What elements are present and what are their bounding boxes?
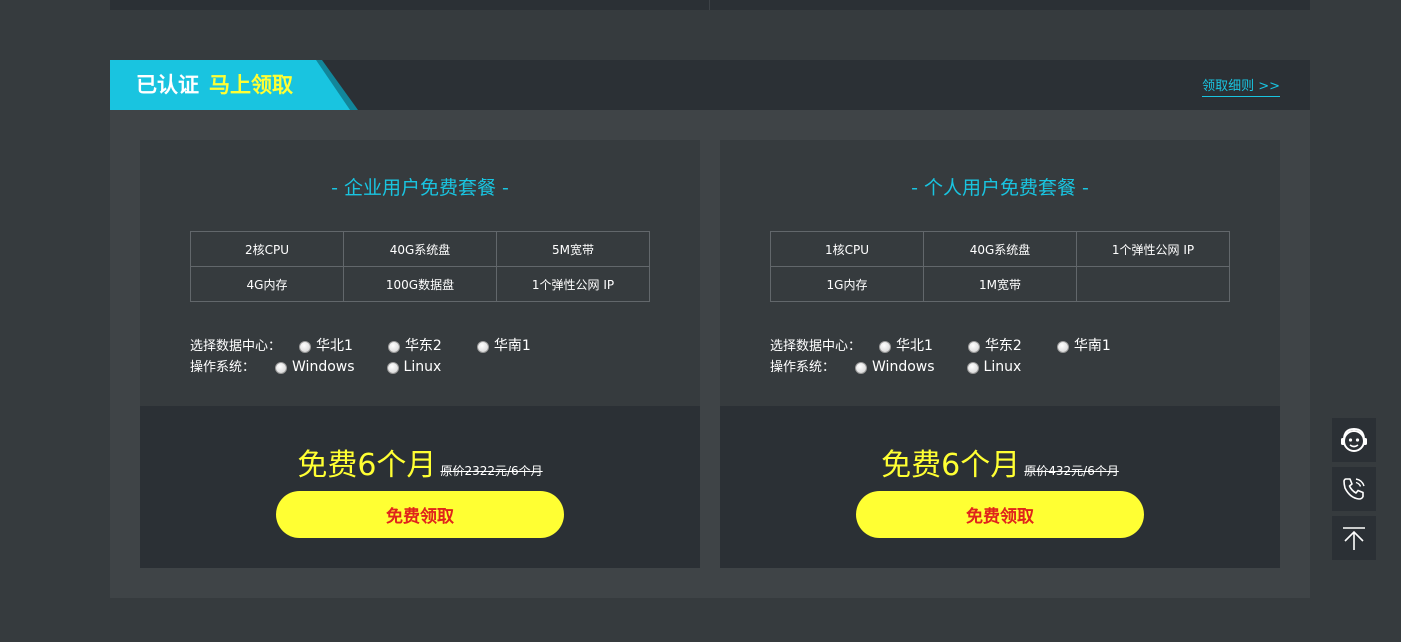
header-title-claim: 马上领取 [209,73,293,97]
spec-table: 1核CPU 40G系统盘 1个弹性公网 IP 1G内存 1M宽带 [770,231,1230,302]
spec-cell: 2核CPU [190,231,344,267]
os-row: 操作系统： Windows Linux [190,357,531,378]
radio-circle[interactable] [476,340,489,353]
customer-service-button[interactable] [1332,418,1376,462]
price-line: 免费6个月 原价2322元/6个月 [140,440,700,484]
spec-cell: 5M宽带 [496,231,650,267]
radio-label: Windows [292,359,355,375]
radio-label: 华东2 [984,338,1022,354]
datacenter-row: 选择数据中心： 华北1 华东2 华南1 [190,336,531,357]
header-title-verified: 已认证 [136,73,199,97]
previous-section-bottom [110,0,1310,10]
datacenter-label: 选择数据中心： [770,339,862,354]
section-header: 已认证 马上领取 领取细则 >> [110,60,1310,110]
spec-cell: 40G系统盘 [343,231,497,267]
phone-button[interactable] [1332,467,1376,511]
os-radio-linux[interactable]: Linux [386,357,442,378]
datacenter-row: 选择数据中心： 华北1 华东2 华南1 [770,336,1111,357]
os-radio-linux[interactable]: Linux [966,357,1022,378]
spec-cell: 1M宽带 [923,266,1077,302]
spec-row: 1核CPU 40G系统盘 1个弹性公网 IP [770,231,1230,267]
customer-service-icon [1341,427,1367,452]
datacenter-radio-huanan1[interactable]: 华南1 [1056,336,1111,357]
radio-circle[interactable] [275,361,288,374]
spec-row: 4G内存 100G数据盘 1个弹性公网 IP [190,266,650,302]
claim-button[interactable]: 免费领取 [276,491,564,538]
header-badge: 已认证 马上领取 [110,60,358,110]
radio-label: 华北1 [896,338,933,354]
original-price: 原价2322元/6个月 [440,464,543,478]
radio-label: Linux [983,359,1022,375]
back-to-top-icon [1343,527,1365,550]
spec-row: 2核CPU 40G系统盘 5M宽带 [190,231,650,267]
os-radio-windows[interactable]: Windows [275,357,355,378]
radio-label: Linux [403,359,442,375]
spec-cell: 4G内存 [190,266,344,302]
spec-row: 1G内存 1M宽带 [770,266,1230,302]
datacenter-radio-huadong2[interactable]: 华东2 [387,336,442,357]
spec-cell: 1个弹性公网 IP [1076,231,1230,267]
datacenter-radio-huabei1[interactable]: 华北1 [879,336,933,357]
datacenter-radio-huadong2[interactable]: 华东2 [967,336,1022,357]
radio-circle[interactable] [1056,340,1069,353]
radio-label: 华东2 [404,338,442,354]
card-title: - 企业用户免费套餐 - [331,177,509,199]
spec-cell: 100G数据盘 [343,266,497,302]
claim-button[interactable]: 免费领取 [856,491,1144,538]
rules-link[interactable]: 领取细则 >> [1202,75,1280,97]
radio-circle[interactable] [966,361,979,374]
spec-cell: 40G系统盘 [923,231,1077,267]
radio-circle[interactable] [879,340,892,353]
card-title: - 个人用户免费套餐 - [911,177,1089,199]
radio-circle[interactable] [299,340,312,353]
radio-circle[interactable] [386,361,399,374]
free-offer-section: 已认证 马上领取 领取细则 >> - 企业用户免费套餐 - 2核CPU 40G系统… [110,60,1310,598]
radio-circle[interactable] [387,340,400,353]
original-price: 原价432元/6个月 [1024,464,1119,478]
radio-label: 华北1 [316,338,353,354]
radio-label: 华南1 [493,338,531,354]
datacenter-radio-huanan1[interactable]: 华南1 [476,336,531,357]
datacenter-label: 选择数据中心： [190,339,282,354]
spec-table: 2核CPU 40G系统盘 5M宽带 4G内存 100G数据盘 1个弹性公网 IP [190,231,650,302]
radio-circle[interactable] [855,361,868,374]
radio-circle[interactable] [967,340,980,353]
os-label: 操作系统： [190,360,256,375]
personal-plan-card: - 个人用户免费套餐 - 1核CPU 40G系统盘 1个弹性公网 IP 1G内存… [720,140,1280,568]
price-area: 免费6个月 原价2322元/6个月 免费领取 [140,406,700,568]
spec-cell [1076,266,1230,302]
os-label: 操作系统： [770,360,836,375]
datacenter-radio-huabei1[interactable]: 华北1 [299,336,353,357]
price-line: 免费6个月 原价432元/6个月 [720,440,1280,484]
header-title: 已认证 马上领取 [136,60,293,110]
os-radio-windows[interactable]: Windows [855,357,935,378]
enterprise-plan-card: - 企业用户免费套餐 - 2核CPU 40G系统盘 5M宽带 4G内存 100G… [140,140,700,568]
radio-label: 华南1 [1073,338,1111,354]
spec-cell: 1个弹性公网 IP [496,266,650,302]
previous-section-divider [709,0,710,10]
price-free-period: 免费6个月 [881,448,1021,483]
radio-label: Windows [872,359,935,375]
spec-cell: 1核CPU [770,231,924,267]
back-to-top-button[interactable] [1332,516,1376,560]
spec-cell: 1G内存 [770,266,924,302]
price-area: 免费6个月 原价432元/6个月 免费领取 [720,406,1280,568]
plan-options: 选择数据中心： 华北1 华东2 华南1 操作系统： Windows Linux [190,336,531,378]
os-row: 操作系统： Windows Linux [770,357,1111,378]
phone-icon [1343,478,1365,500]
plan-options: 选择数据中心： 华北1 华东2 华南1 操作系统： Windows Linux [770,336,1111,378]
price-free-period: 免费6个月 [297,448,437,483]
